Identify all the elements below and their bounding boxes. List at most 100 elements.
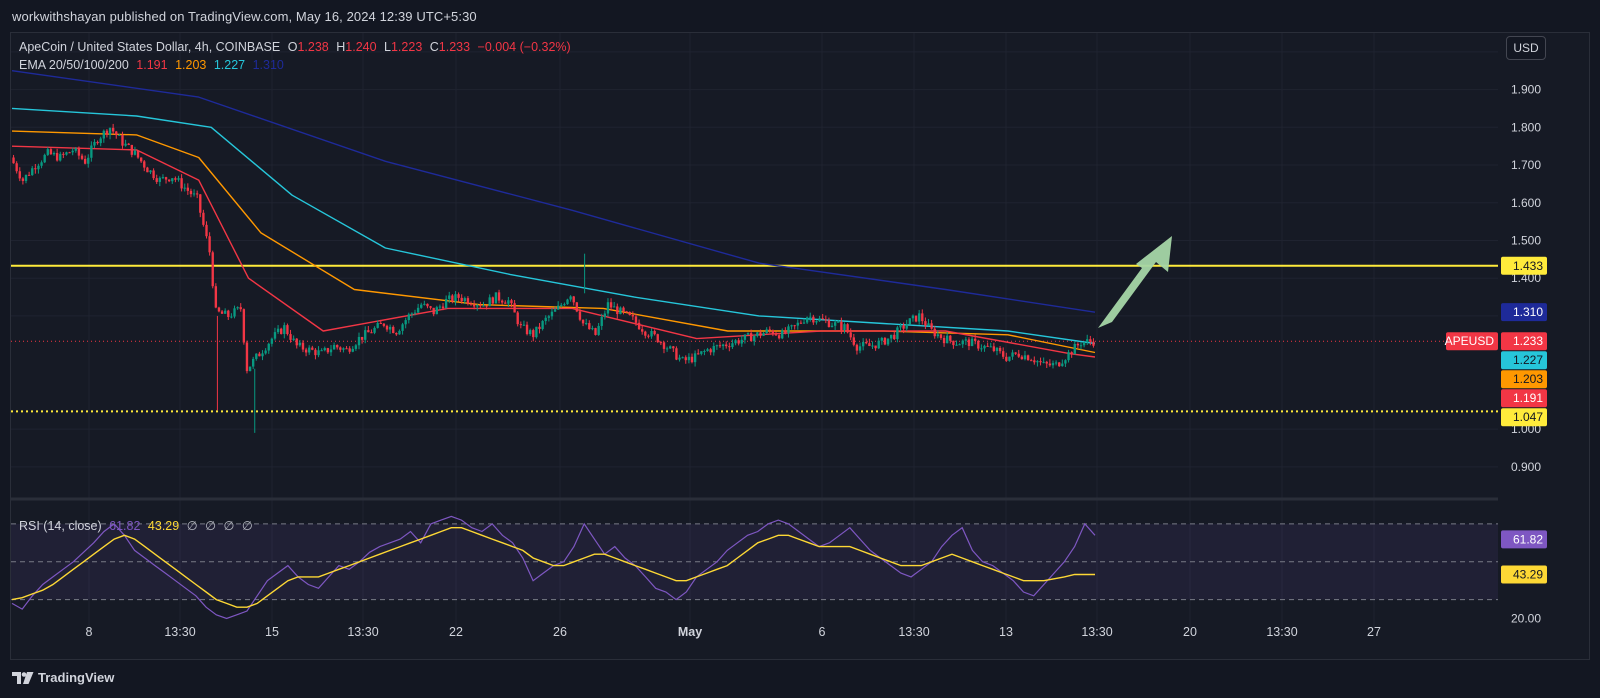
badge-rsi-ma: 43.29 bbox=[1513, 567, 1543, 581]
candle-body bbox=[974, 338, 977, 341]
price-tick-label: 1.800 bbox=[1511, 120, 1541, 134]
time-tick-label: 26 bbox=[553, 625, 567, 639]
candle-body bbox=[889, 334, 893, 339]
candle-body bbox=[420, 304, 423, 308]
candle-body bbox=[588, 323, 591, 330]
candle-body bbox=[323, 348, 326, 351]
change-value: −0.004 (−0.32%) bbox=[477, 40, 571, 54]
candle-body bbox=[115, 131, 118, 136]
candle-body bbox=[936, 334, 940, 337]
rsi-title[interactable]: RSI (14, close) bbox=[19, 519, 102, 533]
open-label: O bbox=[287, 40, 298, 54]
candle-body bbox=[504, 302, 507, 304]
ema-legend[interactable]: EMA 20/50/100/200 1.191 1.203 1.227 1.31… bbox=[19, 58, 288, 72]
candle-body bbox=[513, 303, 516, 313]
price-tick-label: 1.700 bbox=[1511, 158, 1541, 172]
candle-body bbox=[715, 345, 719, 347]
candle-body bbox=[155, 178, 158, 182]
candle-body bbox=[1073, 343, 1076, 355]
candle-body bbox=[1005, 356, 1008, 361]
candle-body bbox=[214, 286, 218, 308]
candle-body bbox=[448, 295, 451, 299]
candle-body bbox=[1058, 362, 1061, 367]
currency-button[interactable]: USD bbox=[1506, 36, 1546, 60]
candle-body bbox=[367, 330, 370, 333]
candle-body bbox=[656, 334, 659, 343]
chart-canvas[interactable]: 2.0001.9001.8001.7001.6001.5001.4001.300… bbox=[0, 0, 1600, 698]
candle-body bbox=[802, 322, 806, 324]
projection-arrow bbox=[1098, 236, 1172, 328]
candle-body bbox=[609, 302, 613, 308]
candle-body bbox=[258, 353, 261, 357]
badge-symbol: APEUSD bbox=[1445, 334, 1495, 348]
symbol-title[interactable]: ApeCoin / United States Dollar, 4h, COIN… bbox=[19, 40, 280, 54]
candle-body bbox=[233, 308, 236, 317]
footer: TradingView bbox=[10, 660, 1590, 698]
candle-body bbox=[1039, 361, 1042, 363]
candle-body bbox=[865, 342, 868, 344]
candle-body bbox=[102, 130, 105, 139]
candle-body bbox=[454, 294, 457, 302]
candle-body bbox=[133, 150, 137, 155]
candle-body bbox=[354, 345, 358, 349]
candle-body bbox=[777, 335, 781, 339]
candle-body bbox=[230, 316, 233, 318]
ohlc-legend[interactable]: ApeCoin / United States Dollar, 4h, COIN… bbox=[19, 40, 575, 54]
candle-body bbox=[298, 342, 302, 346]
badge-1310: 1.310 bbox=[1513, 305, 1543, 319]
candle-body bbox=[616, 306, 619, 315]
candle-body bbox=[606, 302, 610, 314]
time-tick-label: 13 bbox=[999, 625, 1013, 639]
candle-body bbox=[781, 330, 784, 339]
candle-body bbox=[774, 334, 778, 336]
candle-body bbox=[189, 190, 193, 195]
candle-body bbox=[180, 178, 183, 189]
candle-body bbox=[438, 306, 442, 308]
candle-body bbox=[130, 144, 133, 155]
candle-body bbox=[684, 357, 687, 361]
tradingview-logo[interactable]: TradingView bbox=[12, 670, 114, 685]
candle-body bbox=[52, 153, 56, 155]
candle-body bbox=[665, 348, 669, 350]
candle-body bbox=[821, 318, 824, 320]
candle-body bbox=[902, 325, 905, 329]
close-label: C bbox=[429, 40, 439, 54]
candle-body bbox=[385, 325, 389, 330]
candle-body bbox=[992, 346, 996, 351]
candle-body bbox=[1045, 361, 1048, 364]
candle-body bbox=[255, 353, 258, 359]
time-tick-label: 27 bbox=[1367, 625, 1381, 639]
candle-body bbox=[158, 177, 162, 182]
candle-body bbox=[563, 304, 566, 306]
candle-body bbox=[289, 334, 292, 340]
candle-body bbox=[569, 296, 572, 300]
candle-body bbox=[457, 294, 460, 298]
candle-body bbox=[304, 349, 308, 353]
candle-body bbox=[37, 165, 40, 170]
rsi-legend[interactable]: RSI (14, close) 61.82 43.29 ∅ ∅ ∅ ∅ bbox=[19, 518, 257, 533]
candle-body bbox=[167, 179, 171, 182]
candle-body bbox=[1051, 363, 1055, 366]
rsi-extra-4: ∅ bbox=[241, 519, 253, 533]
candle-body bbox=[192, 193, 196, 195]
candle-body bbox=[700, 351, 703, 354]
candle-body bbox=[945, 335, 949, 344]
candle-body bbox=[280, 328, 283, 334]
candle-body bbox=[933, 328, 936, 337]
candle-body bbox=[507, 300, 510, 304]
candle-body bbox=[469, 303, 473, 305]
candle-body bbox=[1064, 360, 1067, 364]
candle-body bbox=[703, 351, 706, 353]
candle-body bbox=[1089, 339, 1092, 342]
candle-body bbox=[1026, 355, 1030, 361]
candle-body bbox=[143, 161, 146, 168]
candle-body bbox=[127, 143, 130, 145]
candle-body bbox=[952, 340, 955, 346]
ema200-value: 1.310 bbox=[252, 58, 284, 72]
ema-title[interactable]: EMA 20/50/100/200 bbox=[19, 58, 129, 72]
candle-body bbox=[105, 130, 109, 135]
candle-body bbox=[849, 332, 852, 338]
candle-body bbox=[479, 305, 482, 307]
candle-body bbox=[1017, 353, 1020, 357]
candle-body bbox=[55, 153, 59, 161]
